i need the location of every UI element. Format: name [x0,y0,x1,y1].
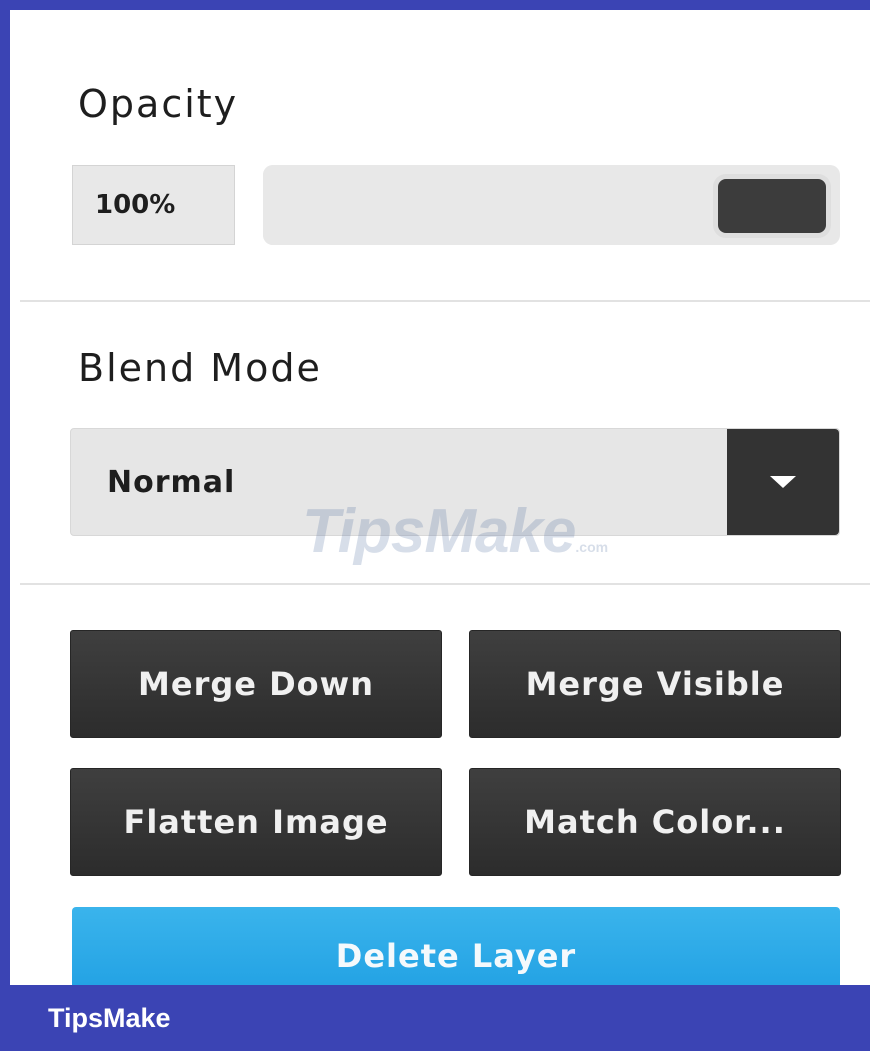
match-color-button[interactable]: Match Color... [469,768,841,876]
brand-label: TipsMake [48,1002,171,1033]
opacity-slider-thumb[interactable] [718,179,826,233]
layer-properties-panel: Opacity 100% Blend Mode Normal TipsMake.… [0,0,870,1051]
opacity-slider-fill [263,165,772,245]
flatten-image-button[interactable]: Flatten Image [70,768,442,876]
blend-mode-dropdown-button[interactable] [727,429,839,535]
match-color-label: Match Color... [524,803,786,841]
blend-mode-select[interactable]: Normal [70,428,840,536]
brand-footer-bar: TipsMake [0,985,870,1051]
blend-mode-selected-value: Normal [107,464,236,500]
merge-down-button[interactable]: Merge Down [70,630,442,738]
divider [20,300,870,302]
opacity-value-label: 100% [95,190,176,220]
opacity-title: Opacity [78,82,239,126]
merge-down-label: Merge Down [138,665,374,703]
delete-layer-label: Delete Layer [335,937,577,975]
caret-down-icon [770,476,796,488]
flatten-image-label: Flatten Image [123,803,389,841]
blend-mode-title: Blend Mode [78,346,322,390]
merge-visible-label: Merge Visible [525,665,785,703]
opacity-slider[interactable] [263,165,840,245]
divider [20,583,870,585]
opacity-value-field[interactable]: 100% [72,165,235,245]
merge-visible-button[interactable]: Merge Visible [469,630,841,738]
